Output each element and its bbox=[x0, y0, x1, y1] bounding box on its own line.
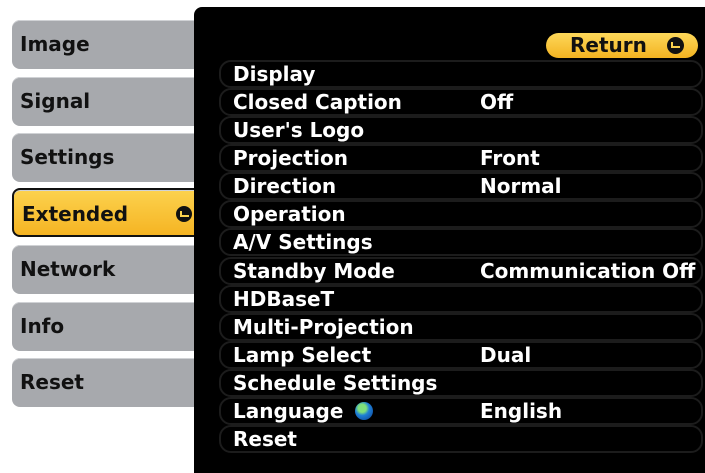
menu-item-label-text: Language bbox=[233, 399, 344, 423]
menu-item-standby-mode[interactable]: Standby Mode Communication Off bbox=[219, 257, 703, 285]
menu-item-display[interactable]: Display bbox=[219, 60, 703, 88]
tab-image[interactable]: Image bbox=[12, 20, 202, 69]
tab-label: Image bbox=[20, 32, 90, 56]
tab-network[interactable]: Network bbox=[12, 245, 202, 294]
menu-item-label: HDBaseT bbox=[233, 287, 335, 311]
return-button[interactable]: Return bbox=[546, 33, 698, 58]
menu-item-operation[interactable]: Operation bbox=[219, 200, 703, 228]
menu-item-projection[interactable]: Projection Front bbox=[219, 144, 703, 172]
menu-item-users-logo[interactable]: User's Logo bbox=[219, 116, 703, 144]
menu-item-lamp-select[interactable]: Lamp Select Dual bbox=[219, 341, 703, 369]
tab-info[interactable]: Info bbox=[12, 302, 202, 351]
menu-item-label: Direction bbox=[233, 174, 337, 198]
sidebar: Image Signal Settings Extended Network I… bbox=[0, 0, 206, 473]
globe-icon bbox=[355, 402, 374, 420]
menu-item-label: Language bbox=[233, 399, 374, 423]
tab-label: Extended bbox=[22, 202, 129, 226]
menu-item-reset[interactable]: Reset bbox=[219, 425, 703, 453]
menu-item-label: A/V Settings bbox=[233, 230, 373, 254]
menu-item-label: Projection bbox=[233, 146, 348, 170]
tab-reset[interactable]: Reset bbox=[12, 358, 202, 407]
tab-label: Info bbox=[20, 314, 65, 338]
tab-extended[interactable]: Extended bbox=[12, 188, 206, 237]
tab-settings[interactable]: Settings bbox=[12, 133, 202, 182]
menu-item-hdbaset[interactable]: HDBaseT bbox=[219, 285, 703, 313]
tab-label: Signal bbox=[20, 89, 91, 113]
menu-item-schedule-settings[interactable]: Schedule Settings bbox=[219, 369, 703, 397]
menu-item-label: Multi-Projection bbox=[233, 315, 414, 339]
menu-item-value: Off bbox=[480, 90, 514, 114]
menu-item-value: Communication Off bbox=[480, 259, 696, 283]
tab-label: Settings bbox=[20, 145, 115, 169]
menu-item-value: English bbox=[480, 399, 563, 423]
tab-label: Network bbox=[20, 257, 116, 281]
menu-item-value: Normal bbox=[480, 174, 562, 198]
menu-item-direction[interactable]: Direction Normal bbox=[219, 172, 703, 200]
enter-icon bbox=[176, 206, 192, 222]
menu-item-label: Closed Caption bbox=[233, 90, 402, 114]
menu-item-label: User's Logo bbox=[233, 118, 365, 142]
tab-signal[interactable]: Signal bbox=[12, 77, 202, 126]
menu-item-label: Lamp Select bbox=[233, 343, 372, 367]
menu-item-av-settings[interactable]: A/V Settings bbox=[219, 228, 703, 256]
menu-item-closed-caption[interactable]: Closed Caption Off bbox=[219, 88, 703, 116]
menu-item-label: Standby Mode bbox=[233, 259, 395, 283]
menu-item-label: Reset bbox=[233, 427, 297, 451]
menu-item-language[interactable]: Language English bbox=[219, 397, 703, 425]
menu-item-value: Front bbox=[480, 146, 540, 170]
menu-item-multi-projection[interactable]: Multi-Projection bbox=[219, 313, 703, 341]
menu-item-label: Display bbox=[233, 62, 316, 86]
menu-item-label: Schedule Settings bbox=[233, 371, 438, 395]
menu-item-value: Dual bbox=[480, 343, 532, 367]
return-label: Return bbox=[570, 33, 647, 57]
enter-icon bbox=[667, 37, 684, 54]
menu-item-label: Operation bbox=[233, 202, 346, 226]
tab-label: Reset bbox=[20, 370, 84, 394]
